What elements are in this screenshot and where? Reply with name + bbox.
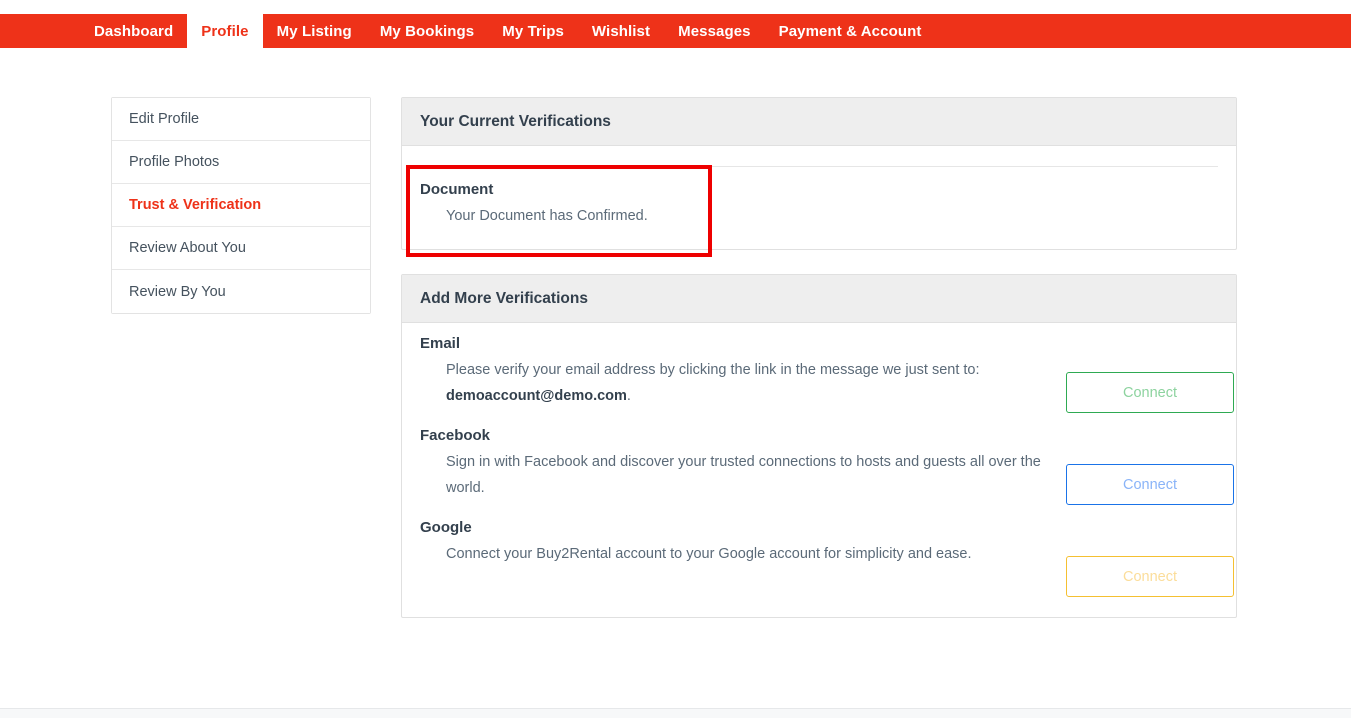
add-verifications-panel: Add More Verifications Email Please veri…	[401, 274, 1237, 619]
nav-item-payment-account[interactable]: Payment & Account	[765, 14, 936, 48]
current-verifications-panel: Your Current Verifications Document Your…	[401, 97, 1237, 251]
facebook-description: Sign in with Facebook and discover your …	[446, 454, 1041, 496]
verification-entry-document: Document Your Document has Confirmed.	[420, 181, 1218, 229]
verification-entry-facebook: Facebook Sign in with Facebook and disco…	[420, 427, 1234, 506]
email-connect-button[interactable]: Connect	[1066, 372, 1234, 414]
google-title: Google	[420, 519, 472, 537]
add-verifications-body: Email Please verify your email address b…	[402, 323, 1236, 617]
sidebar-item-edit-profile[interactable]: Edit Profile	[112, 98, 370, 141]
top-spacer	[0, 0, 1351, 14]
facebook-row: Sign in with Facebook and discover your …	[420, 450, 1234, 506]
email-row: Please verify your email address by clic…	[420, 358, 1234, 414]
current-verifications-body: Document Your Document has Confirmed.	[402, 146, 1236, 249]
entry-divider	[420, 166, 1218, 167]
nav-item-wishlist[interactable]: Wishlist	[578, 14, 664, 48]
email-title: Email	[420, 335, 461, 353]
email-address: demoaccount@demo.com	[446, 387, 627, 404]
document-title: Document	[420, 181, 494, 198]
email-description-suffix: .	[626, 387, 631, 404]
profile-sidebar: Edit Profile Profile Photos Trust & Veri…	[111, 97, 371, 314]
sidebar-item-review-by-you[interactable]: Review By You	[112, 270, 370, 313]
facebook-connect-button[interactable]: Connect	[1066, 464, 1234, 506]
sidebar-item-trust-verification[interactable]: Trust & Verification	[112, 184, 370, 227]
facebook-title: Facebook	[420, 427, 491, 445]
page-container: Edit Profile Profile Photos Trust & Veri…	[0, 48, 1351, 642]
email-description: Please verify your email address by clic…	[446, 358, 1046, 409]
verification-entry-email: Email Please verify your email address b…	[420, 335, 1234, 414]
main-content: Your Current Verifications Document Your…	[401, 97, 1237, 642]
google-description: Connect your Buy2Rental account to your …	[446, 546, 972, 563]
nav-item-profile[interactable]: Profile	[187, 14, 263, 48]
page-footer	[0, 708, 1351, 718]
verification-entry-google: Google Connect your Buy2Rental account t…	[420, 519, 1234, 598]
nav-item-my-trips[interactable]: My Trips	[488, 14, 578, 48]
nav-item-my-bookings[interactable]: My Bookings	[366, 14, 488, 48]
document-status-text: Your Document has Confirmed.	[446, 208, 648, 224]
main-navigation: Dashboard Profile My Listing My Bookings…	[0, 14, 1351, 48]
add-verifications-header: Add More Verifications	[402, 275, 1236, 324]
sidebar-item-profile-photos[interactable]: Profile Photos	[112, 141, 370, 184]
nav-item-messages[interactable]: Messages	[664, 14, 765, 48]
sidebar-item-review-about-you[interactable]: Review About You	[112, 227, 370, 270]
nav-item-my-listing[interactable]: My Listing	[263, 14, 366, 48]
email-description-prefix: Please verify your email address by clic…	[446, 362, 980, 379]
google-row: Connect your Buy2Rental account to your …	[420, 542, 1234, 598]
current-verifications-header: Your Current Verifications	[402, 98, 1236, 146]
google-connect-button[interactable]: Connect	[1066, 556, 1234, 598]
nav-item-dashboard[interactable]: Dashboard	[80, 14, 187, 48]
